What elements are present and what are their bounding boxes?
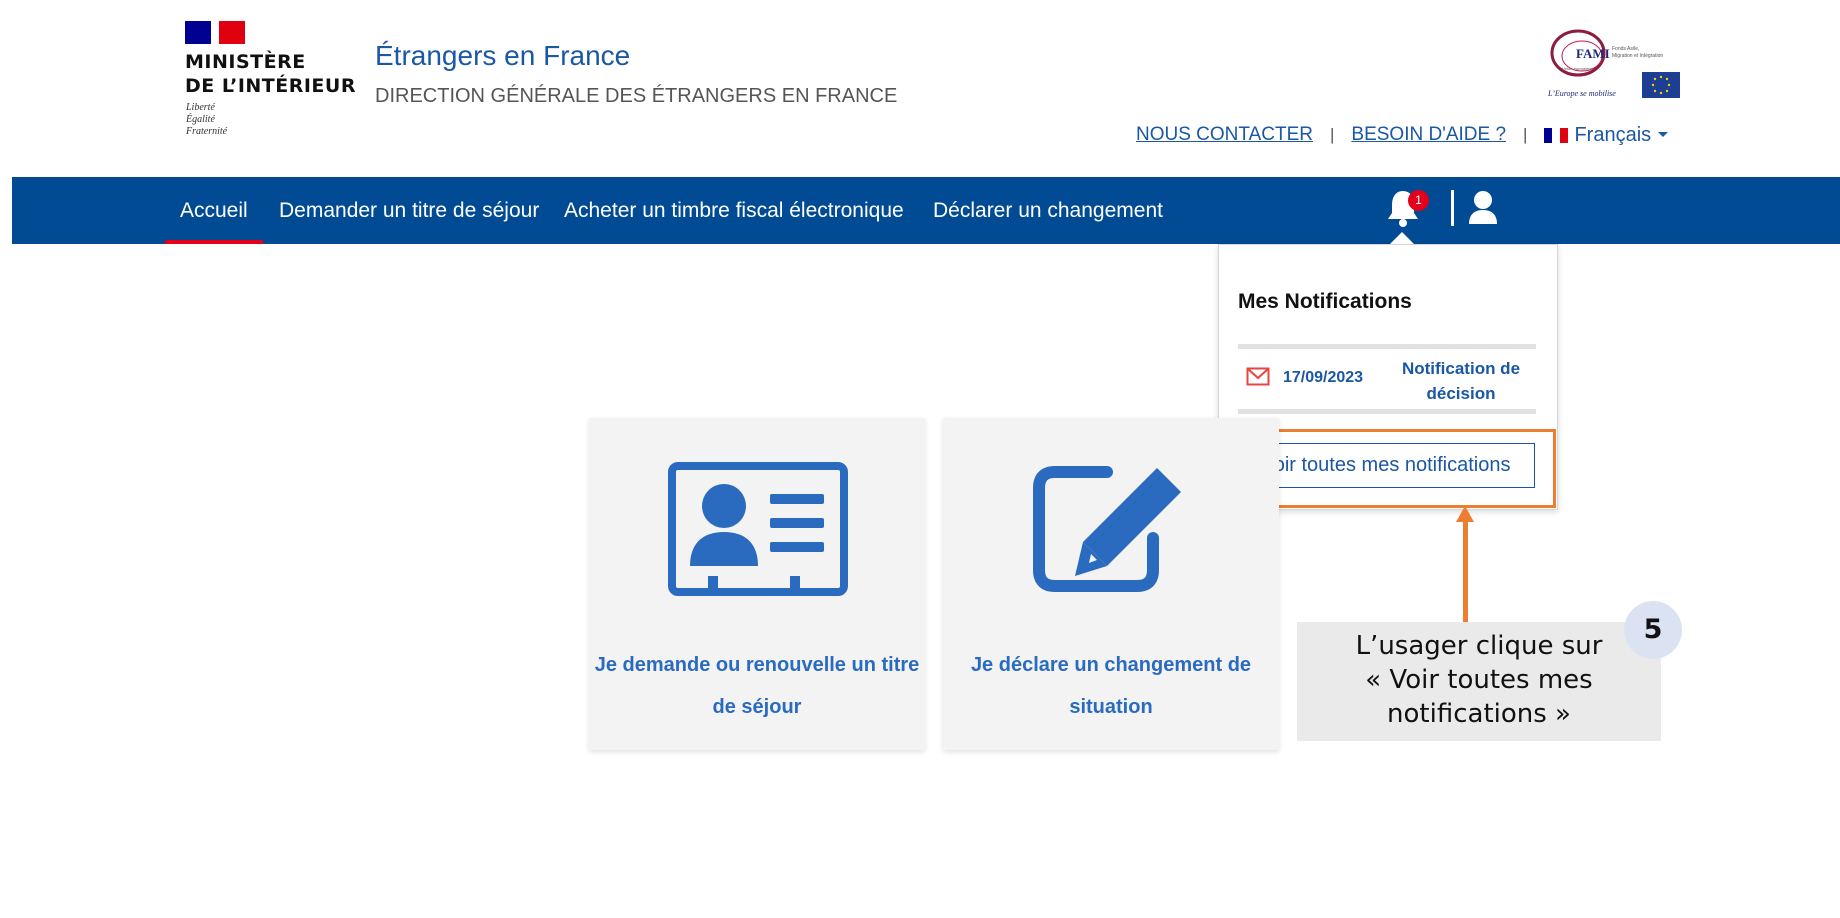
nav-item-declarer-changement[interactable]: Déclarer un changement xyxy=(933,177,1163,244)
card-titre-sejour[interactable]: Je demande ou renouvelle un titre de séj… xyxy=(589,418,925,750)
nav-item-timbre-fiscal[interactable]: Acheter un timbre fiscal électronique xyxy=(564,177,904,244)
svg-text:Migration et Intégration: Migration et Intégration xyxy=(1612,53,1663,59)
separator: | xyxy=(1329,125,1335,144)
nav-active-indicator xyxy=(165,240,263,244)
id-card-icon xyxy=(668,462,848,596)
callout-line-2: « Voir toutes mes xyxy=(1365,665,1593,695)
ministry-line-1: MINISTÈRE xyxy=(185,51,306,73)
card-label-line-1: Je demande ou renouvelle un titre xyxy=(594,654,920,676)
see-all-notifications-button[interactable]: Voir toutes mes notifications xyxy=(1237,443,1535,488)
republic-devise: Liberté Égalité Fraternité xyxy=(186,102,227,138)
callout-line-3: notifications » xyxy=(1387,699,1571,729)
card-label-line-2: de séjour xyxy=(712,696,802,718)
devise-egalite: Égalité xyxy=(186,114,215,125)
notification-label-line-1: Notification de xyxy=(1401,359,1521,378)
devise-liberte: Liberté xyxy=(186,102,215,113)
callout-line-1: L’usager clique sur xyxy=(1355,631,1603,661)
separator: | xyxy=(1523,125,1528,144)
divider xyxy=(1238,344,1536,349)
step-number-badge: 5 xyxy=(1624,601,1682,659)
divider xyxy=(1238,409,1536,414)
french-flag-icon xyxy=(1544,127,1569,143)
notification-date[interactable]: 17/09/2023 xyxy=(1283,369,1363,387)
user-icon[interactable] xyxy=(1468,190,1498,226)
contact-link[interactable]: NOUS CONTACTER xyxy=(1136,124,1313,146)
republic-flag xyxy=(185,21,245,44)
notifications-title: Mes Notifications xyxy=(1238,290,1412,313)
notification-label[interactable]: Notification de décision xyxy=(1392,356,1530,406)
edit-icon xyxy=(1033,466,1181,592)
card-declarer-changement[interactable]: Je déclare un changement de situation xyxy=(943,418,1279,750)
dropdown-caret xyxy=(1390,232,1414,244)
callout-text: L’usager clique sur « Voir toutes mes no… xyxy=(1297,629,1661,731)
mail-icon xyxy=(1246,367,1270,386)
svg-text:Union européenne: Union européenne xyxy=(1562,66,1596,71)
callout-arrow xyxy=(1463,516,1468,622)
svg-text:Fonds Asile,: Fonds Asile, xyxy=(1612,46,1639,52)
svg-text:FAMI: FAMI xyxy=(1576,46,1610,61)
site-subtitle: DIRECTION GÉNÉRALE DES ÉTRANGERS EN FRAN… xyxy=(375,85,898,107)
svg-text:L’Europe se mobilise: L’Europe se mobilise xyxy=(1548,89,1616,98)
help-link[interactable]: BESOIN D'AIDE ? xyxy=(1351,124,1506,146)
fami-logo: FAMI Fonds Asile, Migration et Intégrati… xyxy=(1548,29,1680,98)
ministry-line-2: DE L’INTÉRIEUR xyxy=(185,75,356,97)
notification-count-badge: 1 xyxy=(1408,190,1429,211)
card-label-line-1: Je déclare un changement de xyxy=(970,654,1252,676)
nav-item-titre-sejour[interactable]: Demander un titre de séjour xyxy=(279,177,539,244)
card-label-line-2: situation xyxy=(1069,696,1153,718)
card-label: Je demande ou renouvelle un titre de séj… xyxy=(589,644,925,728)
notification-label-line-2: décision xyxy=(1426,384,1496,403)
nav-item-accueil[interactable]: Accueil xyxy=(180,177,248,244)
ministry-name: MINISTÈRE DE L’INTÉRIEUR xyxy=(185,50,356,98)
devise-fraternite: Fraternité xyxy=(186,126,228,137)
site-title[interactable]: Étrangers en France xyxy=(375,40,630,72)
top-links: NOUS CONTACTER | BESOIN D'AIDE ? | Franç… xyxy=(1136,121,1669,149)
card-label: Je déclare un changement de situation xyxy=(943,644,1279,728)
nav-separator xyxy=(1451,190,1454,226)
language-label: Français xyxy=(1574,123,1652,146)
language-selector[interactable]: Français xyxy=(1544,124,1669,147)
chevron-down-icon xyxy=(1658,132,1669,137)
